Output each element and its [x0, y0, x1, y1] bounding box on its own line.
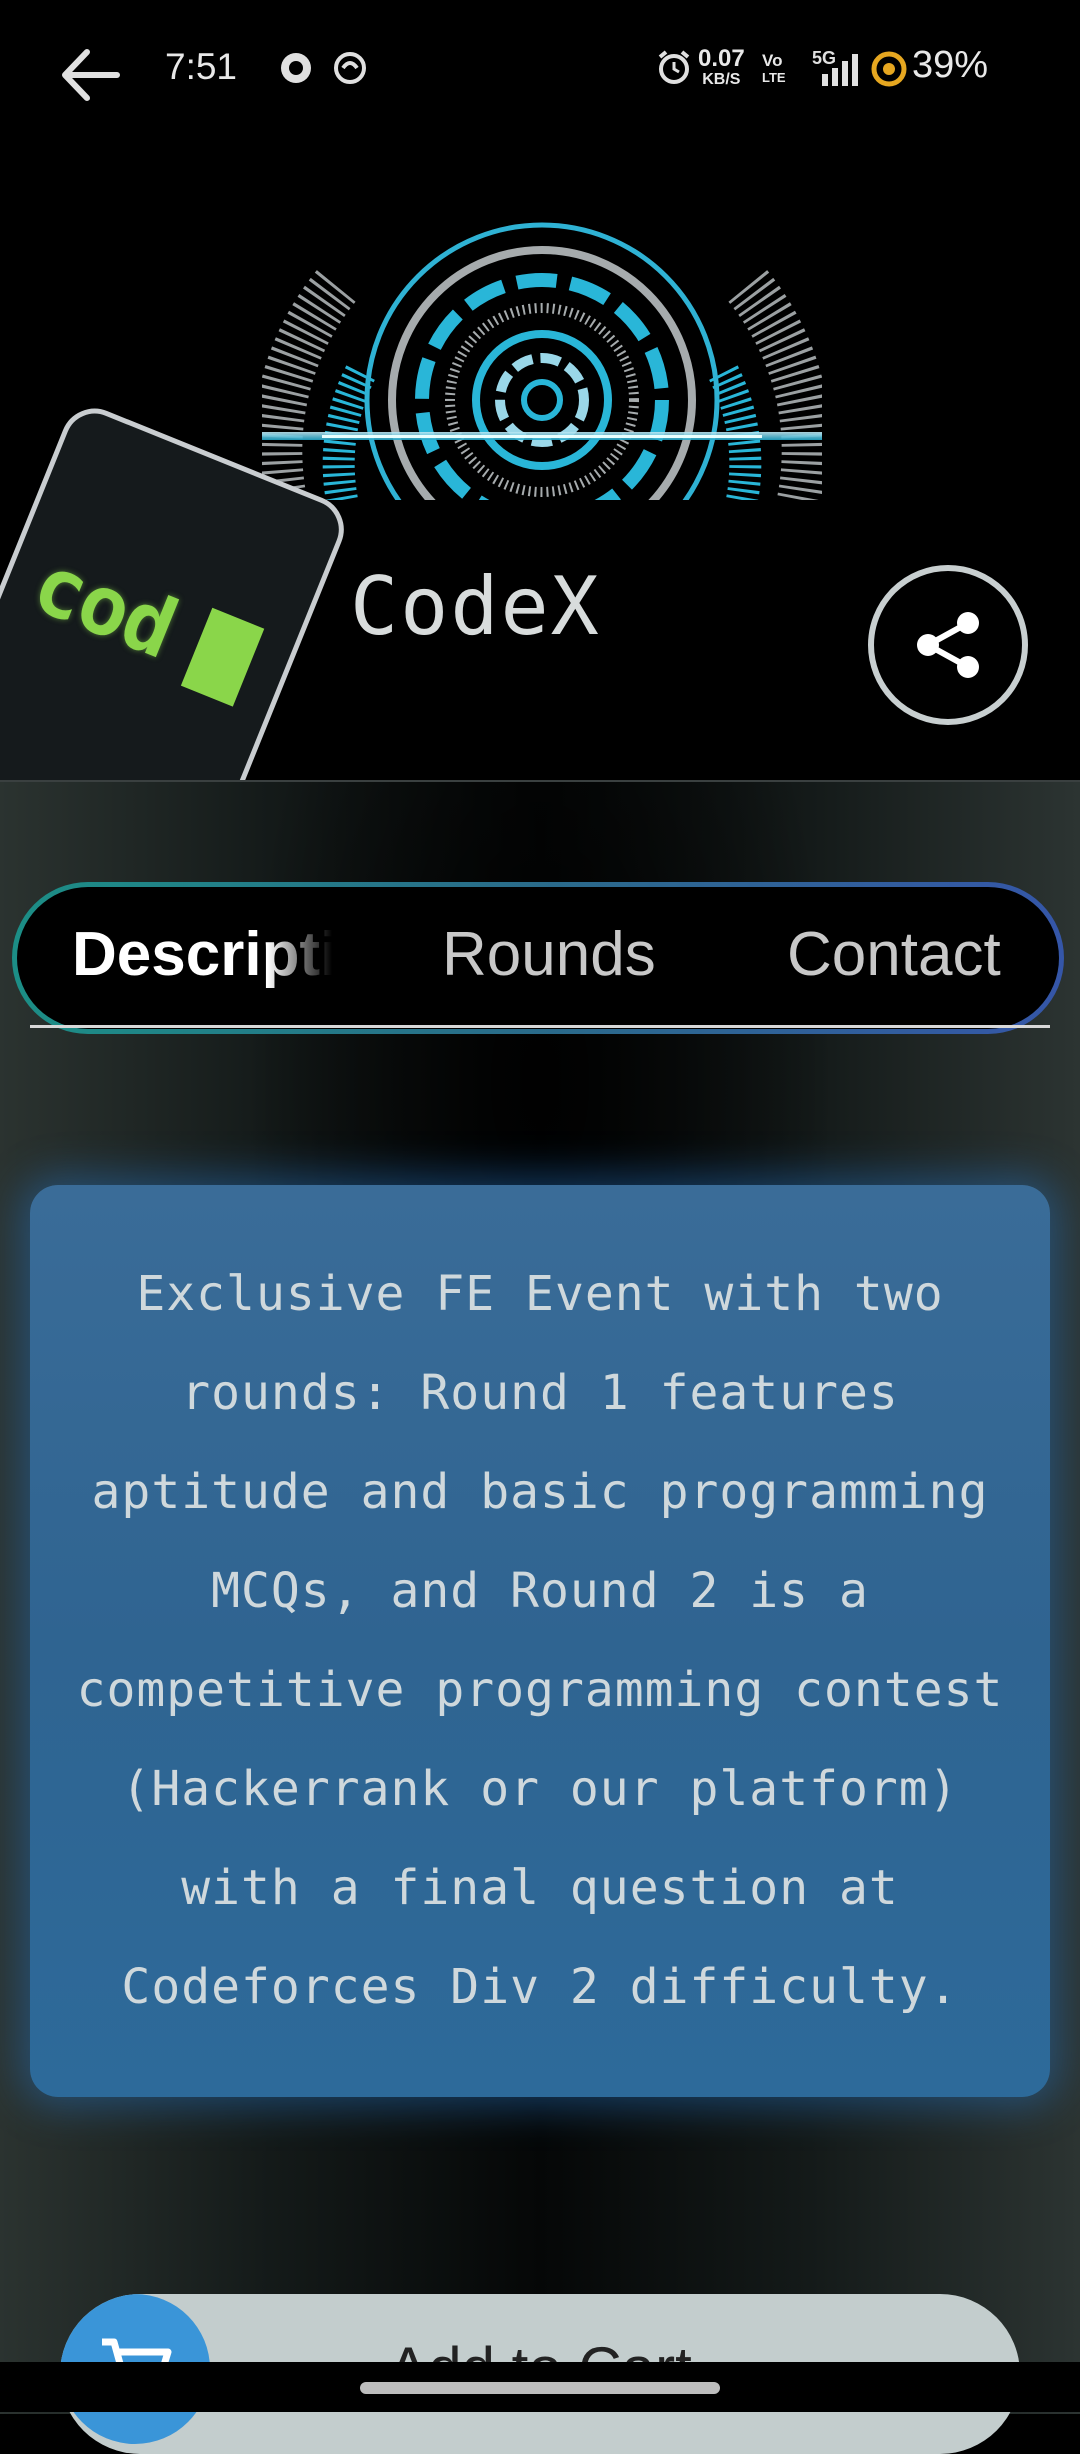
share-icon [917, 612, 979, 678]
home-indicator[interactable] [360, 2382, 720, 2394]
app-notification-icon [281, 53, 311, 83]
event-title: CodeX [350, 560, 601, 653]
app-notification-icon-2 [334, 52, 366, 84]
event-hero: cod CodeX [0, 140, 1080, 882]
tab-description[interactable]: Description [72, 919, 332, 990]
network-speed: 0.07 KB/S [698, 45, 745, 89]
share-button[interactable] [868, 565, 1028, 725]
tab-contact[interactable]: Contact [787, 919, 1001, 990]
battery-saver-icon [871, 51, 907, 87]
event-description: Exclusive FE Event with two rounds: Roun… [76, 1266, 1004, 2015]
status-bar: 7:51 0.07 KB/S Vo LTE 5G 39% [0, 0, 1080, 140]
status-time: 7:51 [165, 46, 238, 87]
battery-level: 39% [912, 44, 989, 86]
volte-indicator: Vo LTE [762, 51, 786, 85]
alarm-icon [658, 50, 690, 84]
description-card: Exclusive FE Event with two rounds: Roun… [30, 1185, 1050, 2097]
logo-pixel-block [180, 607, 265, 707]
hud-banner-image [262, 222, 822, 500]
arrow-left-icon[interactable] [55, 40, 125, 110]
signal-icon [822, 54, 858, 86]
tab-bar: Description Rounds Contact [12, 882, 1064, 1034]
logo-text: cod [20, 535, 188, 678]
tab-rounds[interactable]: Rounds [442, 919, 656, 990]
tab-underline [30, 1025, 1050, 1028]
